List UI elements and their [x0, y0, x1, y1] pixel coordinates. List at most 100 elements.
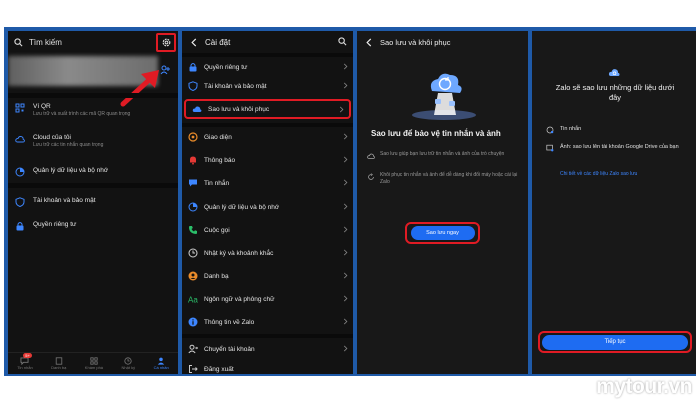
back-arrow-icon[interactable]: [190, 37, 197, 47]
nav-label: Danh bạ: [51, 365, 67, 370]
settings-item-logout[interactable]: Đăng xuất: [182, 360, 353, 374]
settings-item-notifications[interactable]: Thông báo: [182, 151, 353, 169]
item-label: Giao diện: [204, 133, 232, 141]
chat-icon: [20, 357, 29, 365]
divider: [8, 93, 178, 98]
backup-now-button[interactable]: Sao lưu ngay: [410, 226, 475, 240]
phone-icon: [189, 226, 197, 234]
data-item-label: Tin nhắn: [560, 126, 582, 132]
backup-data-panel: Zalo sẽ sao lưu những dữ liệu dưới đây T…: [532, 31, 696, 374]
cloud-backup-illustration-icon: [412, 73, 476, 120]
settings-item-language-font[interactable]: Aa Ngôn ngữ và phông chữ: [182, 290, 353, 308]
divider: [182, 123, 353, 127]
settings-header: Cài đặt: [182, 31, 353, 53]
chevron-right-icon: [343, 203, 348, 210]
item-title: Quản lý dữ liệu và bộ nhớ: [33, 167, 109, 174]
contacts-icon: [55, 357, 62, 365]
item-title: Ví QR: [33, 103, 51, 110]
settings-item-about-zalo[interactable]: Thông tin về Zalo: [182, 313, 353, 331]
restore-benefit-item: Khôi phục tin nhắn và ảnh để dễ dàng khi…: [367, 172, 522, 186]
search-icon[interactable]: [338, 37, 347, 46]
bell-icon: [190, 156, 196, 165]
item-title: Quyền riêng tư: [33, 221, 77, 228]
item-label: Danh bạ: [204, 272, 229, 280]
item-label: Thông tin về Zalo: [204, 318, 255, 326]
bottom-navigation: 5+ Tin nhắn Danh bạ Khám phá Nhật ký Cá …: [8, 352, 178, 374]
item-label: Đăng xuất: [204, 365, 234, 373]
settings-item-calls[interactable]: Cuộc gọi: [182, 221, 353, 239]
search-icon: [14, 37, 23, 46]
continue-button[interactable]: Tiếp tục: [542, 334, 688, 350]
chevron-right-icon: [343, 63, 348, 70]
nav-contacts[interactable]: Danh bạ: [51, 357, 66, 370]
item-label: Ngôn ngữ và phông chữ: [204, 295, 275, 303]
search-placeholder: Tìm kiếm: [29, 37, 62, 47]
font-icon: Aa: [188, 296, 198, 305]
nav-label: Tin nhắn: [17, 365, 33, 370]
backup-benefit-item: Sao lưu giúp bạn lưu trữ tin nhắn và ảnh…: [367, 151, 522, 160]
data-item-label: Ảnh: sao lưu lên tài khoản Google Drive …: [560, 144, 679, 150]
nav-profile[interactable]: Cá nhân: [154, 357, 169, 370]
chevron-right-icon: [343, 295, 348, 302]
backup-restore-panel: Sao lưu và khôi phục Sao lưu để bảo vệ t…: [357, 31, 528, 374]
menu-item-qr-wallet[interactable]: Ví QR Lưu trữ và xuất trình các mã QR qua…: [8, 102, 178, 118]
palette-icon: [188, 132, 198, 142]
backup-heading: Sao lưu để bảo vệ tin nhắn và ảnh: [371, 129, 501, 138]
item-label: Sao lưu và khôi phục: [208, 105, 270, 113]
chat-icon: [546, 126, 554, 134]
backup-details-link[interactable]: Chi tiết về các dữ liệu Zalo sao lưu: [560, 171, 637, 177]
item-label: Quyền riêng tư: [204, 63, 248, 71]
shield-icon: [15, 197, 25, 207]
nav-messages[interactable]: 5+ Tin nhắn: [17, 353, 33, 370]
divider: [182, 53, 353, 57]
qr-icon: [15, 103, 25, 113]
item-label: Quản lý dữ liệu và bộ nhớ: [204, 203, 280, 211]
grid-icon: [90, 357, 98, 365]
settings-item-data-storage[interactable]: Quản lý dữ liệu và bộ nhớ: [182, 198, 353, 216]
divider: [182, 334, 353, 338]
menu-item-data-storage[interactable]: Quản lý dữ liệu và bộ nhớ: [8, 166, 178, 177]
chevron-right-icon: [343, 156, 348, 163]
menu-item-my-cloud[interactable]: Cloud của tôi Lưu trữ các tin nhắn quan t…: [8, 133, 178, 149]
continue-highlight: Tiếp tục: [538, 331, 692, 353]
profile-panel: Tìm kiếm Ví QR Lưu trữ và xuất trình các …: [8, 31, 178, 374]
chevron-right-icon: [343, 272, 348, 279]
benefit-text: Khôi phục tin nhắn và ảnh để dễ dàng khi…: [380, 172, 518, 185]
settings-item-privacy[interactable]: Quyền riêng tư: [182, 58, 353, 76]
nav-timeline[interactable]: Nhật ký: [122, 357, 135, 370]
lock-icon: [16, 222, 24, 231]
chevron-right-icon: [343, 179, 348, 186]
lock-icon: [189, 63, 197, 72]
menu-item-privacy[interactable]: Quyền riêng tư: [8, 220, 178, 231]
shield-icon: [188, 81, 198, 91]
settings-item-account-security[interactable]: Tài khoản và bảo mật: [182, 77, 353, 95]
backup-data-photos: Ảnh: sao lưu lên tài khoản Google Drive …: [546, 143, 686, 152]
settings-item-timeline[interactable]: Nhật ký và khoảnh khắc: [182, 244, 353, 262]
cloud-icon: [367, 153, 375, 159]
settings-button[interactable]: [156, 33, 176, 52]
pie-icon: [188, 202, 198, 212]
settings-item-contacts[interactable]: Danh bạ: [182, 267, 353, 285]
cloud-sync-icon: [608, 69, 620, 76]
item-label: Chuyển tài khoản: [204, 345, 255, 353]
search-bar[interactable]: Tìm kiếm: [8, 31, 178, 53]
add-friend-icon[interactable]: [160, 65, 170, 75]
settings-item-switch-account[interactable]: Chuyển tài khoản: [182, 340, 353, 358]
settings-item-messages[interactable]: Tin nhắn: [182, 174, 353, 192]
back-arrow-icon[interactable]: [365, 37, 372, 47]
image-icon: [546, 144, 554, 152]
svg-text:Aa: Aa: [188, 296, 198, 305]
chevron-right-icon: [343, 133, 348, 140]
chevron-right-icon: [343, 318, 348, 325]
item-subtitle: Lưu trữ và xuất trình các mã QR quan trọ…: [33, 111, 131, 117]
logout-icon: [189, 365, 198, 373]
settings-item-appearance[interactable]: Giao diện: [182, 128, 353, 146]
watermark-logo: mytour.vn: [596, 375, 692, 398]
chevron-right-icon: [343, 345, 348, 352]
settings-item-backup-restore[interactable]: Sao lưu và khôi phục: [184, 99, 351, 119]
gear-icon: [162, 38, 170, 47]
menu-item-account-security[interactable]: Tài khoản và bảo mật: [8, 196, 178, 207]
nav-discover[interactable]: Khám phá: [85, 357, 103, 370]
backup-data-messages: Tin nhắn: [546, 125, 686, 134]
item-label: Cuộc gọi: [204, 226, 230, 234]
